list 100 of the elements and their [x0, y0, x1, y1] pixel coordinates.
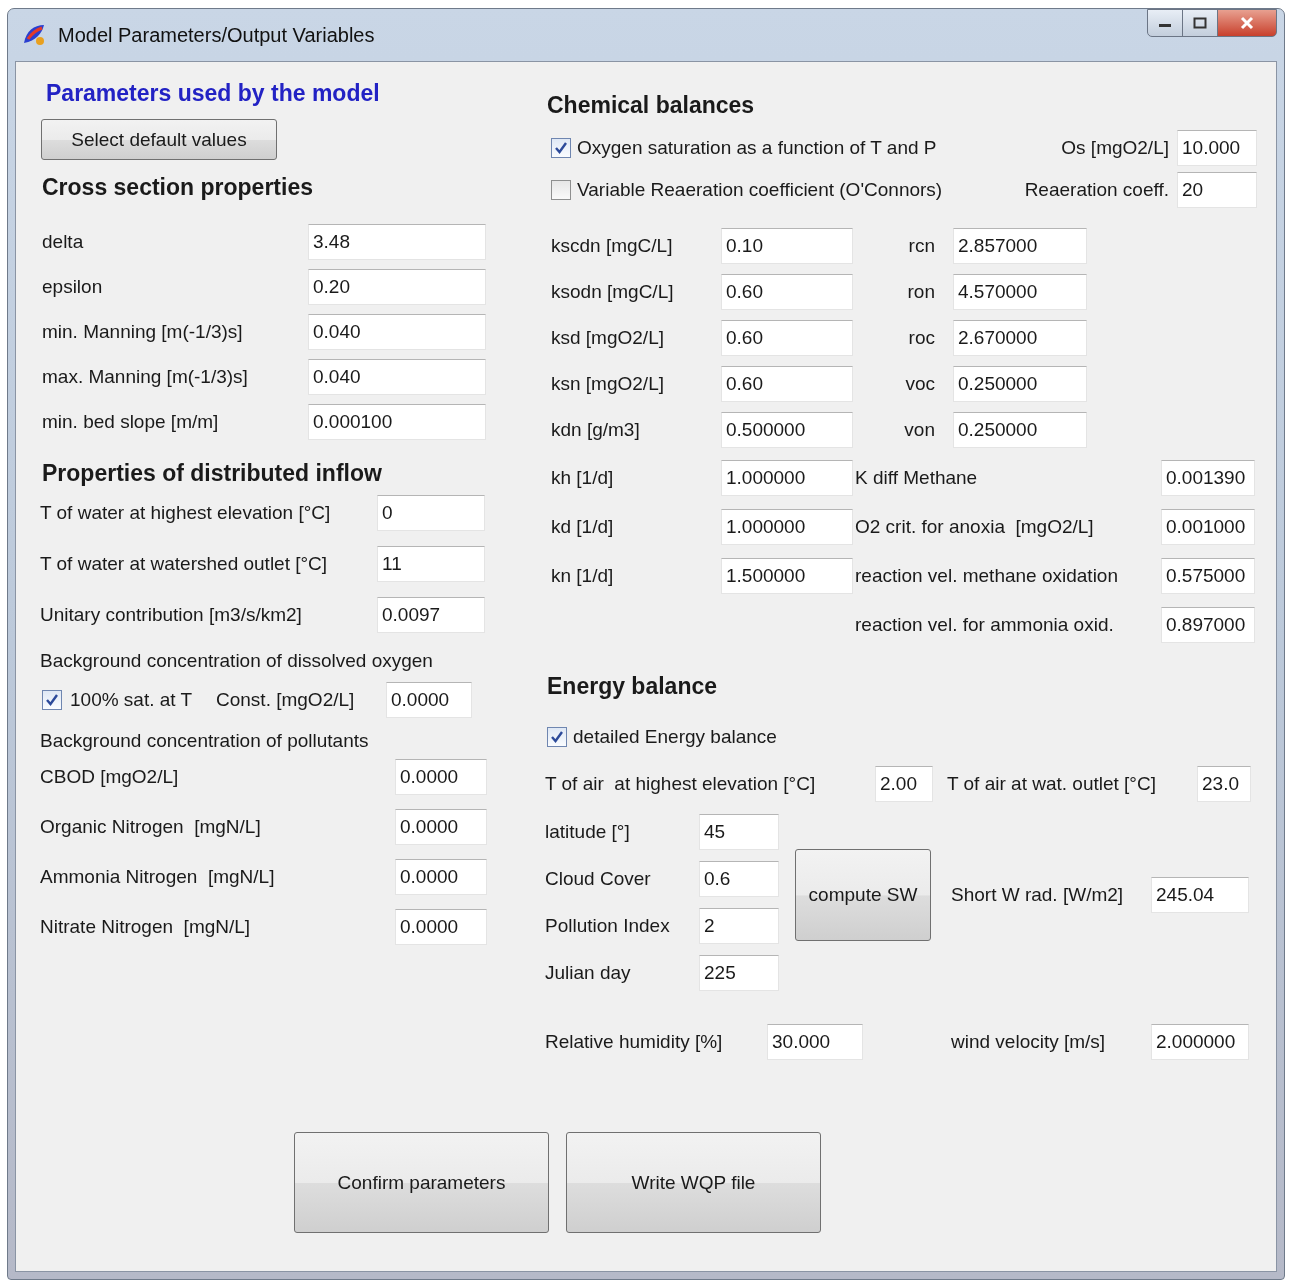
field-label: Organic Nitrogen [mgN/L]: [40, 816, 262, 838]
field-label: min. Manning [m(-1/3)s]: [42, 320, 244, 343]
maximize-icon: [1193, 17, 1207, 29]
input-field[interactable]: 2.000000: [1151, 1024, 1249, 1060]
field-label: Nitrate Nitrogen [mgN/L]: [40, 916, 252, 938]
input-field[interactable]: 2.00: [875, 766, 933, 802]
select-defaults-button[interactable]: Select default values: [41, 119, 277, 160]
input-field[interactable]: 0.0000: [395, 809, 487, 845]
input-field[interactable]: 30.000: [767, 1024, 863, 1060]
field-label: Short W rad. [W/m2]: [951, 884, 1125, 906]
input-field[interactable]: 0.040: [308, 358, 486, 395]
input-field[interactable]: 0.20: [308, 268, 486, 305]
input-field[interactable]: 0.10: [721, 228, 853, 264]
minimize-button[interactable]: [1147, 9, 1183, 37]
checkbox-label: Oxygen saturation as a function of T and P: [577, 137, 937, 159]
field-label: Relative humidity [%]: [545, 1031, 724, 1053]
field-label: ksn [mgO2/L]: [551, 373, 665, 395]
field-label: rcn: [907, 235, 935, 257]
field-label: T of air at highest elevation [°C]: [545, 773, 817, 795]
field-label: roc: [907, 327, 935, 349]
input-field[interactable]: 0.500000: [721, 412, 853, 448]
input-field[interactable]: 2.670000: [953, 320, 1087, 356]
input-field[interactable]: 2: [699, 907, 779, 944]
field-label: Ammonia Nitrogen [mgN/L]: [40, 866, 276, 888]
input-field[interactable]: 0.0000: [386, 682, 472, 718]
field-label: kh [1/d]: [551, 466, 615, 489]
input-field[interactable]: 0.250000: [953, 412, 1087, 448]
close-button[interactable]: [1217, 9, 1277, 37]
section-heading: Properties of distributed inflow: [42, 460, 383, 487]
field-label: K diff Methane: [855, 466, 979, 489]
input-field[interactable]: 0.575000: [1161, 557, 1255, 594]
field-label: latitude [°]: [545, 820, 631, 843]
input-field[interactable]: 0.040: [308, 313, 486, 350]
section-heading: Parameters used by the model: [46, 80, 381, 107]
input-field[interactable]: 0: [377, 494, 485, 531]
input-field[interactable]: 1.000000: [721, 459, 853, 496]
field-label: kdn [g/m3]: [551, 419, 641, 441]
input-field[interactable]: 0.60: [721, 274, 853, 310]
field-label: Const. [mgO2/L]: [216, 689, 356, 711]
field-label: kn [1/d]: [551, 564, 615, 587]
input-field[interactable]: 0.60: [721, 366, 853, 402]
field-label: CBOD [mgO2/L]: [40, 766, 180, 788]
field-label: Reaeration coeff.: [1024, 179, 1169, 201]
input-field[interactable]: 225: [699, 954, 779, 991]
field-label: Pollution Index: [545, 914, 671, 937]
checkbox[interactable]: [551, 180, 571, 200]
field-label: von: [903, 419, 935, 441]
action-button[interactable]: Write WQP file: [566, 1132, 821, 1233]
field-label: Os [mgO2/L]: [1061, 137, 1169, 159]
section-heading: Chemical balances: [547, 92, 756, 119]
input-field[interactable]: 0.0000: [395, 759, 487, 795]
field-label: min. bed slope [m/m]: [42, 410, 220, 433]
input-field[interactable]: 10.000: [1177, 130, 1257, 166]
input-field[interactable]: 0.0097: [377, 596, 485, 633]
input-field[interactable]: 0.0000: [395, 859, 487, 895]
field-label: kd [1/d]: [551, 515, 615, 538]
field-label: ksd [mgO2/L]: [551, 327, 665, 349]
input-field[interactable]: 0.001390: [1161, 459, 1255, 496]
section-heading: Energy balance: [547, 673, 719, 700]
field-label: max. Manning [m(-1/3)s]: [42, 365, 249, 388]
field-label: Julian day: [545, 961, 632, 984]
input-field[interactable]: 1.500000: [721, 557, 853, 594]
input-field[interactable]: 0.6: [699, 860, 779, 897]
input-field[interactable]: 0.60: [721, 320, 853, 356]
input-field[interactable]: 0.000100: [308, 403, 486, 440]
window-title: Model Parameters/Output Variables: [58, 23, 375, 47]
field-label: voc: [904, 373, 935, 395]
input-field[interactable]: 0.0000: [395, 909, 487, 945]
action-button[interactable]: Confirm parameters: [294, 1132, 549, 1233]
checkbox[interactable]: [551, 138, 571, 158]
field-label: T of water at watershed outlet [°C]: [40, 552, 329, 575]
field-label: O2 crit. for anoxia [mgO2/L]: [855, 515, 1095, 538]
field-label: T of water at highest elevation [°C]: [40, 501, 332, 524]
checkbox[interactable]: [42, 690, 62, 710]
input-field[interactable]: 23.0: [1197, 766, 1251, 802]
field-label: reaction vel. methane oxidation: [855, 564, 1119, 587]
input-field[interactable]: 3.48: [308, 223, 486, 260]
close-icon: [1239, 16, 1255, 30]
input-field[interactable]: 245.04: [1151, 877, 1249, 913]
group-label: Background concentration of dissolved oxygen: [40, 650, 434, 672]
maximize-button[interactable]: [1182, 9, 1218, 37]
field-label: T of air at wat. outlet [°C]: [947, 773, 1157, 795]
field-label: reaction vel. for ammonia oxid.: [855, 613, 1115, 636]
checkbox-label: Variable Reaeration coefficient (O'Connors): [577, 179, 943, 201]
input-field[interactable]: 45: [699, 813, 779, 850]
field-label: Unitary contribution [m3/s/km2]: [40, 603, 303, 626]
input-field[interactable]: 2.857000: [953, 228, 1087, 264]
field-label: delta: [42, 230, 85, 253]
field-label: Cloud Cover: [545, 867, 652, 890]
checkbox[interactable]: [547, 727, 567, 747]
input-field[interactable]: 20: [1177, 172, 1257, 208]
input-field[interactable]: 4.570000: [953, 274, 1087, 310]
input-field[interactable]: 11: [377, 545, 485, 582]
input-field[interactable]: 0.897000: [1161, 606, 1255, 643]
input-field[interactable]: 1.000000: [721, 508, 853, 545]
field-label: wind velocity [m/s]: [951, 1031, 1107, 1053]
input-field[interactable]: 0.250000: [953, 366, 1087, 402]
checkbox-label: detailed Energy balance: [573, 726, 777, 748]
input-field[interactable]: 0.001000: [1161, 508, 1255, 545]
compute-sw-button[interactable]: compute SW: [795, 849, 931, 941]
